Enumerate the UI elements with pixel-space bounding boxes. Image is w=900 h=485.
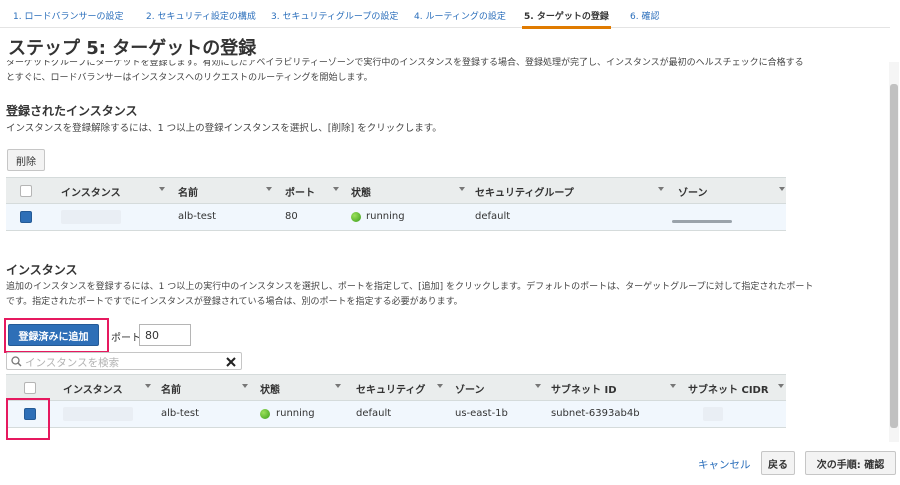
wizard-steps: 1. ロードバランサーの設定 2. セキュリティ設定の構成 3. セキュリティグ… [0, 0, 890, 29]
page-intro: ターゲットグループにターゲットを登録します。有効にしたアベイラビリティーゾーンで… [6, 56, 884, 86]
col-instance[interactable]: インスタンス [63, 381, 123, 396]
registered-description: インスタンスを登録解除するには、1 つ以上の登録インスタンスを選択し、[削除] … [6, 123, 442, 134]
instances-heading: インスタンス [6, 263, 78, 277]
scrollbar-thumb[interactable] [890, 84, 898, 428]
caret-down-icon[interactable] [778, 384, 784, 388]
caret-down-icon[interactable] [159, 187, 165, 191]
instances-table-header: インスタンス 名前 状態 セキュリティグ ゾーン サブネット ID サブネット … [6, 374, 786, 401]
row-zone: us-east-1b [455, 408, 508, 419]
instances-description: 追加のインスタンスを登録するには、1 つ以上の実行中のインスタンスを選択し、ポー… [6, 280, 886, 310]
row-name: alb-test [161, 408, 200, 419]
checkbox-highlight [6, 398, 50, 440]
search-input[interactable]: インスタンスを検索 [6, 352, 242, 370]
port-input[interactable]: 80 [139, 324, 191, 346]
col-subnet-id[interactable]: サブネット ID [551, 381, 617, 396]
col-name[interactable]: 名前 [178, 184, 198, 199]
caret-down-icon[interactable] [670, 384, 676, 388]
row-security-group: default [475, 211, 511, 222]
caret-down-icon[interactable] [658, 187, 664, 191]
instances-description-line-1: 追加のインスタンスを登録するには、1 つ以上の実行中のインスタンスを選択し、ポー… [6, 282, 814, 292]
caret-down-icon[interactable] [437, 384, 443, 388]
instances-select-all-checkbox[interactable] [24, 382, 36, 394]
col-name[interactable]: 名前 [161, 381, 181, 396]
col-security-group[interactable]: セキュリティグループ [475, 184, 574, 199]
page-title: ステップ 5: ターゲットの登録 [8, 34, 257, 60]
col-security[interactable]: セキュリティグ [356, 381, 425, 396]
caret-down-icon[interactable] [266, 187, 272, 191]
caret-down-icon[interactable] [335, 384, 341, 388]
delete-button[interactable]: 削除 [7, 149, 45, 171]
instances-table: インスタンス 名前 状態 セキュリティグ ゾーン サブネット ID サブネット … [6, 374, 786, 429]
step-security-settings[interactable]: 2. セキュリティ設定の構成 [146, 9, 256, 22]
search-placeholder: インスタンスを検索 [25, 357, 120, 369]
caret-down-icon[interactable] [242, 384, 248, 388]
registered-table: インスタンス 名前 ポート 状態 セキュリティグループ ゾーン alb-test… [6, 177, 786, 232]
row-subnet-id: subnet-6393ab4b [551, 408, 640, 419]
col-instance[interactable]: インスタンス [61, 184, 121, 199]
subnet-cidr-redacted [703, 407, 723, 421]
row-status: running [366, 211, 405, 222]
cancel-link[interactable]: キャンセル [698, 457, 751, 472]
instances-description-line-2: です。指定されたポートですでにインスタンスが登録されている場合は、別のポートを指… [6, 297, 463, 307]
next-review-button[interactable]: 次の手順: 確認 [805, 451, 896, 475]
registered-heading: 登録されたインスタンス [6, 104, 138, 118]
close-icon[interactable] [225, 356, 237, 368]
caret-down-icon[interactable] [333, 187, 339, 191]
caret-down-icon[interactable] [145, 384, 151, 388]
col-subnet-cidr[interactable]: サブネット CIDR [688, 381, 769, 396]
row-security-group: default [356, 408, 392, 419]
table-row[interactable]: alb-test running default us-east-1b subn… [6, 401, 786, 428]
add-button-highlight [4, 318, 109, 353]
col-port[interactable]: ポート [285, 184, 315, 199]
row-checkbox[interactable] [20, 211, 32, 223]
caret-down-icon[interactable] [459, 187, 465, 191]
row-name: alb-test [178, 211, 217, 222]
table-row[interactable]: alb-test 80 running default [6, 204, 786, 231]
back-button[interactable]: 戻る [761, 451, 795, 475]
intro-line-2: とすぐに、ロードバランサーはインスタンスへのリクエストのルーティングを開始します… [6, 73, 373, 83]
step-security-groups[interactable]: 3. セキュリティグループの設定 [271, 9, 398, 22]
zone-redacted [672, 220, 732, 223]
row-port: 80 [285, 211, 298, 222]
caret-down-icon[interactable] [779, 187, 785, 191]
step-routing[interactable]: 4. ルーティングの設定 [414, 9, 506, 22]
green-dot-icon [260, 409, 270, 419]
caret-down-icon[interactable] [535, 384, 541, 388]
registered-table-header: インスタンス 名前 ポート 状態 セキュリティグループ ゾーン [6, 177, 786, 204]
step-register-targets[interactable]: 5. ターゲットの登録 [522, 9, 611, 29]
col-status[interactable]: 状態 [351, 184, 371, 199]
col-zone[interactable]: ゾーン [455, 381, 485, 396]
instance-id-redacted [63, 407, 133, 421]
instance-id-redacted [61, 210, 121, 224]
step-load-balancer[interactable]: 1. ロードバランサーの設定 [13, 9, 123, 22]
col-zone[interactable]: ゾーン [678, 184, 708, 199]
port-label: ポート [111, 333, 141, 344]
search-icon [11, 356, 22, 367]
row-status: running [276, 408, 315, 419]
col-status[interactable]: 状態 [260, 381, 280, 396]
green-dot-icon [351, 212, 361, 222]
registered-select-all-checkbox[interactable] [20, 185, 32, 197]
step-review[interactable]: 6. 確認 [630, 9, 659, 22]
